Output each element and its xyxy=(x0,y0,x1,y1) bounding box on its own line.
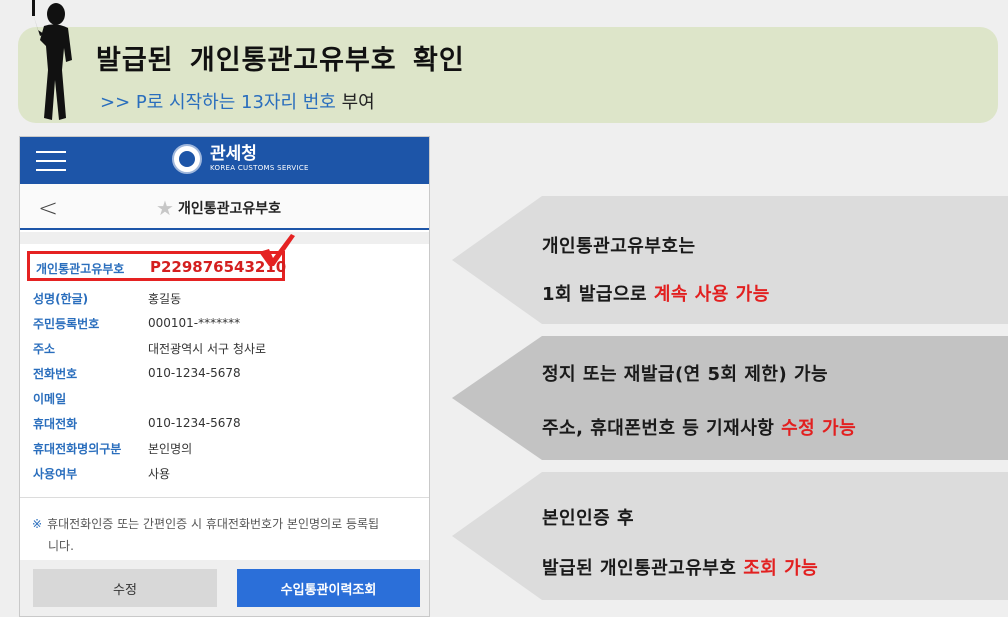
banner-sub-highlight: P로 시작하는 13자리 번호 xyxy=(135,92,336,113)
notice-text: ※ 휴대전화인증 또는 간편인증 시 휴대전화번호가 본인명의로 등록됩 니다. xyxy=(32,513,422,557)
callout-reissue: 정지 또는 재발급(연 5회 제한) 가능 주소, 휴대폰번호 등 기재사항 수… xyxy=(452,336,1008,460)
customs-logo[interactable]: 관세청 KOREA CUSTOMS SERVICE xyxy=(172,144,309,174)
banner-sub-prefix: >> xyxy=(100,92,136,113)
info-row: 휴대전화명의구분 본인명의 xyxy=(33,437,192,459)
field-value: 본인명의 xyxy=(148,441,193,456)
info-row: 주소 대전광역시 서구 청사로 xyxy=(33,337,266,359)
callout-highlight: 수정 가능 xyxy=(781,418,857,439)
field-label: 주소 xyxy=(33,341,56,356)
import-history-button[interactable]: 수입통관이력조회 xyxy=(237,569,420,607)
edit-button[interactable]: 수정 xyxy=(33,569,217,607)
person-silhouette-icon xyxy=(32,0,72,120)
page-header: < ★ 개인통관고유부호 xyxy=(20,184,429,230)
field-value: 대전광역시 서구 청사로 xyxy=(148,341,267,356)
back-button[interactable]: < xyxy=(38,194,58,222)
notice-line-2: 니다. xyxy=(48,539,74,553)
callout-highlight: 계속 사용 가능 xyxy=(653,284,770,305)
field-label: 휴대전화 xyxy=(33,416,78,431)
callout-continuous-use: 개인통관고유부호는 1회 발급으로 계속 사용 가능 xyxy=(452,196,1008,324)
banner-title: 발급된 개인통관고유부호 확인 xyxy=(96,45,465,76)
menu-icon[interactable] xyxy=(36,151,66,171)
callout-line-2: 주소, 휴대폰번호 등 기재사항 수정 가능 xyxy=(542,418,857,439)
callout-line-2: 발급된 개인통관고유부호 조회 가능 xyxy=(542,558,819,579)
field-label: 전화번호 xyxy=(33,366,78,381)
mobile-screen: 관세청 KOREA CUSTOMS SERVICE < ★ 개인통관고유부호 개… xyxy=(19,136,430,617)
page-title: 개인통관고유부호 xyxy=(177,201,281,217)
field-label: 이메일 xyxy=(33,391,67,406)
arrow-callout-shape xyxy=(452,472,1008,600)
info-row: 이메일 xyxy=(33,387,148,409)
field-value: 010-1234-5678 xyxy=(148,416,241,430)
callout-line-2: 1회 발급으로 계속 사용 가능 xyxy=(542,284,770,305)
customs-emblem-icon xyxy=(172,144,202,174)
callout-highlight: 조회 가능 xyxy=(743,558,819,579)
field-label: 사용여부 xyxy=(33,466,78,481)
field-value: 사용 xyxy=(148,466,171,481)
info-row: 주민등록번호 000101-******* xyxy=(33,312,240,334)
field-value: 010-1234-5678 xyxy=(148,366,241,380)
banner-subtitle: >> P로 시작하는 13자리 번호 부여 xyxy=(100,88,375,114)
info-row: 사용여부 사용 xyxy=(33,462,170,484)
customs-code-label: 개인통관고유부호 xyxy=(36,262,125,276)
info-row: 성명(한글) 홍길동 xyxy=(33,287,181,309)
notice-line-1: 휴대전화인증 또는 간편인증 시 휴대전화번호가 본인명의로 등록됩 xyxy=(47,517,380,531)
field-label: 주민등록번호 xyxy=(33,316,100,331)
callout-line-1: 본인인증 후 xyxy=(542,508,635,529)
info-row: 휴대전화 010-1234-5678 xyxy=(33,412,241,434)
banner-sub-rest: 부여 xyxy=(335,92,375,113)
field-value: 000101-******* xyxy=(148,316,241,330)
app-bar: 관세청 KOREA CUSTOMS SERVICE xyxy=(20,137,429,184)
logo-title: 관세청 xyxy=(210,144,257,164)
callout-line-1: 정지 또는 재발급(연 5회 제한) 가능 xyxy=(542,364,829,385)
logo-subtitle: KOREA CUSTOMS SERVICE xyxy=(210,164,309,172)
callout-line-1: 개인통관고유부호는 xyxy=(542,236,696,257)
info-row: 전화번호 010-1234-5678 xyxy=(33,362,241,384)
checkmark-icon xyxy=(259,234,295,266)
field-label: 휴대전화명의구분 xyxy=(33,441,122,456)
favorite-star-icon[interactable]: ★ xyxy=(156,196,174,220)
arrow-callout-shape xyxy=(452,336,1008,460)
customs-code-highlight: 개인통관고유부호 P229876543210 xyxy=(27,251,286,281)
notice-mark: ※ xyxy=(32,517,43,531)
field-value: 홍길동 xyxy=(148,291,182,306)
field-label: 성명(한글) xyxy=(33,291,89,306)
callout-lookup: 본인인증 후 발급된 개인통관고유부호 조회 가능 xyxy=(452,472,1008,600)
